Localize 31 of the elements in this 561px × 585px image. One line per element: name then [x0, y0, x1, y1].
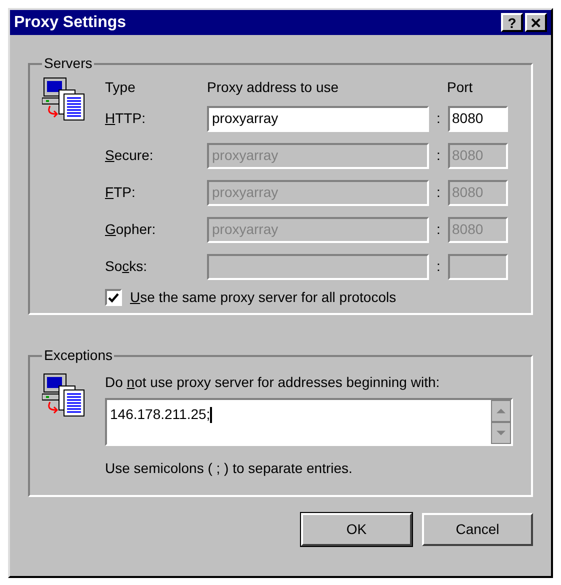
group-title: Exceptions	[44, 347, 112, 363]
group-title: Servers	[44, 55, 92, 71]
exceptions-value: 146.178.211.25;	[109, 405, 214, 426]
help-button[interactable]: ?	[501, 13, 523, 32]
cancel-button[interactable]: Cancel	[422, 513, 533, 546]
close-button[interactable]: ✕	[525, 13, 547, 32]
exceptions-text-area[interactable]: 146.178.211.25;	[105, 398, 513, 446]
protocol-label: Gopher:	[105, 220, 157, 239]
colon-separator: :	[436, 220, 442, 239]
scroll-up-icon[interactable]	[491, 400, 511, 422]
checkbox-label: Use the same proxy server for all protocols	[130, 288, 396, 307]
colon-separator: :	[436, 257, 442, 276]
address-field[interactable]: proxyarray	[207, 106, 429, 132]
colon-separator: :	[436, 146, 442, 165]
column-header: Proxy address to use	[207, 78, 340, 97]
protocol-label: HTTP:	[105, 109, 146, 128]
scroll-down-icon[interactable]	[491, 422, 511, 444]
hint-text: Use semicolons ( ; ) to separate entries.	[105, 459, 354, 478]
column-header: Type	[105, 78, 136, 97]
colon-separator: :	[436, 109, 442, 128]
protocol-label: Secure:	[105, 146, 154, 165]
window-title: Proxy Settings	[14, 12, 126, 32]
protocol-label: Socks:	[105, 257, 148, 276]
port-field[interactable]: 8080	[448, 106, 508, 132]
colon-separator: :	[436, 183, 442, 202]
checkmark-icon	[108, 292, 119, 302]
protocol-label: FTP:	[105, 183, 136, 202]
column-header: Port	[447, 78, 473, 96]
ok-button[interactable]: OK	[301, 513, 412, 546]
checkbox[interactable]	[105, 289, 122, 306]
exceptions-prompt: Do not use proxy server for addresses beginning with:	[105, 372, 440, 392]
